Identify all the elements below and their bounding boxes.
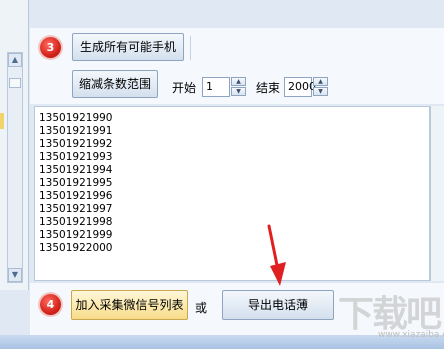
step3-badge: 3 xyxy=(40,37,61,58)
list-item: 13501921991 xyxy=(39,125,113,137)
scroll-thumb[interactable] xyxy=(9,78,21,88)
or-label: 或 xyxy=(195,301,208,315)
watermark-url: www.xiazaiba.com xyxy=(378,330,444,340)
scroll-up-button[interactable]: ▲ xyxy=(8,53,22,67)
list-item: 13501921994 xyxy=(39,164,113,176)
add-to-wechat-list-button[interactable]: 加入采集微信号列表 xyxy=(71,290,188,320)
generate-all-button[interactable]: 生成所有可能手机 xyxy=(72,33,184,61)
phone-number-list[interactable]: 13501921990 13501921991 13501921992 1350… xyxy=(34,106,430,281)
start-spin-up[interactable]: ▲ xyxy=(231,77,246,86)
step4-badge: 4 xyxy=(40,294,61,315)
list-item: 13501921997 xyxy=(39,203,113,215)
list-item: 13501921992 xyxy=(39,138,113,150)
end-spin-down[interactable]: ▼ xyxy=(313,87,328,96)
end-spin-up[interactable]: ▲ xyxy=(313,77,328,86)
end-input[interactable]: 2000 xyxy=(284,77,316,97)
start-label: 开始 xyxy=(172,81,197,95)
start-spin-down[interactable]: ▼ xyxy=(231,87,246,96)
left-scrollbar[interactable]: ▲ ▼ xyxy=(7,52,23,283)
list-item: 13501921990 xyxy=(39,112,113,124)
export-phonebook-button[interactable]: 导出电话薄 xyxy=(222,290,334,320)
annotation-arrow-icon xyxy=(267,224,286,286)
list-item: 13501921993 xyxy=(39,151,113,163)
list-item: 13501921995 xyxy=(39,177,113,189)
list-scrollbar[interactable] xyxy=(430,106,444,281)
list-item: 13501922000 xyxy=(39,242,113,254)
scroll-down-button[interactable]: ▼ xyxy=(8,268,22,282)
left-panel-highlight xyxy=(0,113,4,129)
list-item: 13501921998 xyxy=(39,216,113,228)
narrow-range-button[interactable]: 缩减条数范围 xyxy=(72,70,158,98)
end-label: 结束 xyxy=(256,81,281,95)
list-item: 13501921999 xyxy=(39,229,113,241)
start-input[interactable]: 1 xyxy=(202,77,230,97)
toolbar-separator xyxy=(190,36,191,60)
list-item: 13501921996 xyxy=(39,190,113,202)
